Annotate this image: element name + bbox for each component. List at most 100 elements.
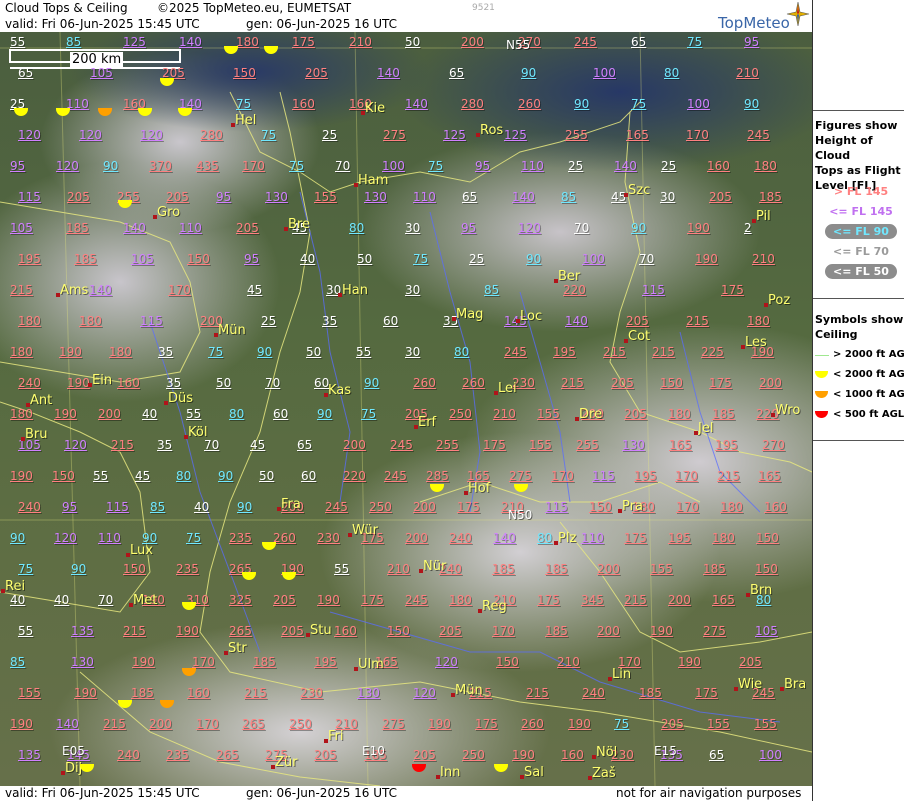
cloud-top-label: 90 [631,221,647,235]
cloud-top-label: 240 [582,686,605,700]
city-marker-icon [780,687,784,691]
city-marker-icon [694,431,698,435]
cloud-top-label: 370 [149,159,172,173]
cloud-top-label: 170 [675,469,698,483]
city-label: Hel [235,113,257,128]
city-label: Rei [5,579,26,594]
cloud-top-label: 180 [720,500,743,514]
cloud-top-label: 170 [686,128,709,142]
city-label: Fri [328,729,344,744]
cloud-top-label: 90 [526,252,542,266]
cloud-top-label: 70 [265,376,281,390]
cloud-top-label: 220 [343,469,366,483]
city-label: Lei [498,381,517,396]
city-label: Ams [60,283,89,298]
cloud-top-label: 140 [405,97,428,111]
cloud-top-label: 70 [335,159,351,173]
cloud-top-label: 115 [18,190,41,204]
cloud-top-label: 35 [157,438,173,452]
city-label: Inn [440,765,461,780]
city-label: Dre [579,407,603,422]
cloud-top-label: 215 [111,438,134,452]
city-label: Nür [423,559,447,574]
cloud-top-label: 85 [66,35,82,49]
city-label: Ham [358,173,389,188]
cloud-top-label: 90 [521,66,537,80]
cloud-top-label: 105 [90,66,113,80]
cloud-top-label: 175 [457,500,480,514]
cloud-top-label: 260 [462,376,485,390]
cloud-top-label: 50 [405,35,421,49]
ceiling-cap-icon [815,391,828,398]
city-marker-icon [348,533,352,537]
cloud-top-label: 280 [200,128,223,142]
cloud-top-label: 120 [56,159,79,173]
city-label: Gro [157,205,181,220]
city-label: Met [133,593,158,608]
cloud-top-label: 80 [176,469,192,483]
cloud-top-label: 150 [755,562,778,576]
cloud-top-label: 100 [759,748,782,762]
city-label: Mag [456,307,484,322]
city-marker-icon [271,765,275,769]
city-label: Ein [92,373,113,388]
cloud-top-label: 60 [314,376,330,390]
cloud-top-label: 90 [237,500,253,514]
cloud-top-label: 200 [668,593,691,607]
cloud-top-label: 65 [297,438,313,452]
cloud-top-label: 35 [166,376,182,390]
cloud-top-label: 240 [18,376,41,390]
ceiling-legend-label: > 2000 ft AGL [833,349,904,360]
cloud-top-label: 80 [229,407,245,421]
cloud-top-label: 195 [668,531,691,545]
city-label: Szc [628,183,651,198]
cloud-top-label: 210 [493,407,516,421]
ceiling-legend-label: < 500 ft AGL [833,409,904,420]
cloud-top-label: 140 [89,283,112,297]
cloud-top-label: 220 [563,283,586,297]
cloud-top-label: 115 [545,500,568,514]
cloud-top-label: 170 [492,624,515,638]
cloud-top-label: 130 [265,190,288,204]
cloud-top-label: 205 [314,748,337,762]
cloud-top-label: 55 [186,407,202,421]
city-marker-icon [575,417,579,421]
cloud-top-label: 120 [54,531,77,545]
tops-legend-title: Figures show Height of Cloud Tops as Fli… [815,119,901,192]
cloud-top-label: 210 [349,35,372,49]
city-label: Han [342,283,368,298]
satellite-map[interactable]: 200 km 55 85 125 140 180 175 210 50 200 270 245 65 7… [0,32,812,786]
cloud-top-label: 190 [132,655,155,669]
cloud-top-label: 195 [18,252,41,266]
cloud-top-label: 95 [216,190,232,204]
ceiling-cap-icon [815,371,828,378]
cloud-top-label: 190 [59,345,82,359]
cloud-top-label: 200 [759,376,782,390]
cloud-top-label: 45 [250,438,266,452]
cloud-top-label: 150 [589,500,612,514]
cloud-top-label: 75 [18,562,34,576]
city-marker-icon [56,293,60,297]
cloud-top-label: 55 [18,624,34,638]
cloud-top-label: 75 [186,531,202,545]
footer-generated-time: gen: 06-Jun-2025 16 UTC [246,786,398,800]
cloud-top-label: 160 [117,376,140,390]
ceiling-legend-item: < 1000 ft AGL [815,388,904,404]
cloud-top-label: 30 [660,190,676,204]
image-code: 9521 [472,3,495,13]
cloud-top-label: 155 [18,686,41,700]
city-label: Ulm [358,657,384,672]
cloud-top-label: 125 [443,128,466,142]
cloud-top-label: 30 [405,345,421,359]
city-marker-icon [734,687,738,691]
cloud-top-label: 270 [762,438,785,452]
cloud-top-label: 95 [744,35,760,49]
graticule-label: E15 [654,744,677,758]
graticule-label: N55 [506,38,531,52]
cloud-top-label: 175 [709,376,732,390]
cloud-top-label: 205 [166,190,189,204]
cloud-top-label: 40 [142,407,158,421]
map-title: Cloud Tops & Ceiling [5,1,128,15]
city-label: Bre [288,217,310,232]
cloud-top-label: 175 [695,686,718,700]
